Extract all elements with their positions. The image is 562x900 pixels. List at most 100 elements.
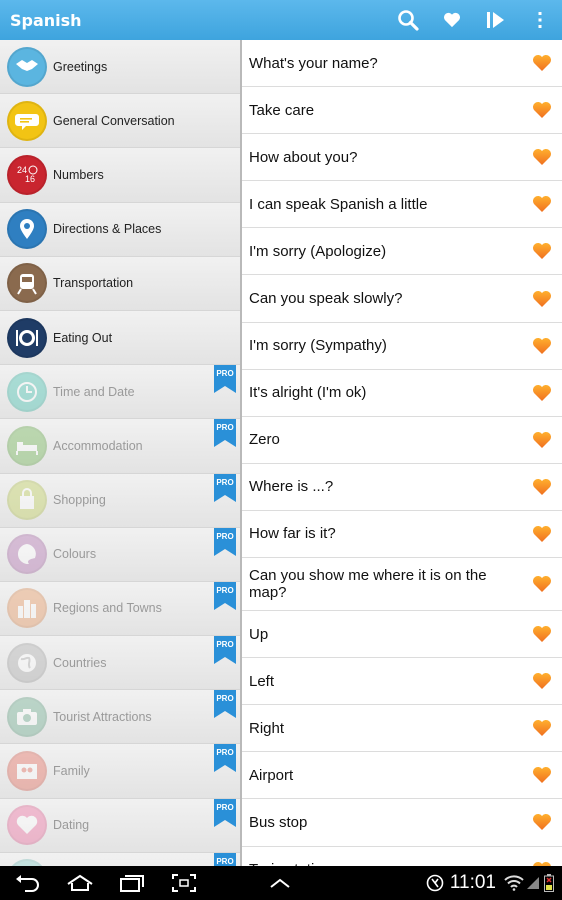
category-label: Greetings — [53, 59, 108, 74]
category-item[interactable]: Family PRO — [0, 744, 240, 799]
category-label: Time and Date — [53, 384, 135, 399]
phrase-text: Bus stop — [249, 813, 308, 831]
favorite-heart-icon[interactable] — [532, 290, 552, 308]
recent-apps-button[interactable] — [106, 866, 158, 900]
phrase-row[interactable]: How far is it? — [242, 511, 562, 559]
category-item[interactable]: Transportation — [0, 256, 240, 311]
category-label: Tourist Attractions — [53, 709, 152, 724]
heart-icon — [7, 805, 47, 846]
favorite-heart-icon[interactable] — [532, 337, 552, 355]
category-label: Family — [53, 764, 90, 779]
favorites-button[interactable] — [430, 0, 474, 40]
category-item[interactable]: Shopping PRO — [0, 473, 240, 528]
favorite-heart-icon[interactable] — [532, 431, 552, 449]
back-button[interactable] — [2, 866, 54, 900]
map-pin-icon — [7, 209, 47, 250]
pro-badge: PRO — [214, 473, 236, 502]
phrase-row[interactable]: Airport — [242, 752, 562, 800]
phrase-row[interactable]: Can you show me where it is on the map? — [242, 558, 562, 612]
pro-badge: PRO — [214, 636, 236, 665]
back-icon — [16, 875, 39, 892]
favorite-heart-icon[interactable] — [532, 101, 552, 119]
category-label: Countries — [53, 655, 107, 670]
favorite-heart-icon[interactable] — [532, 195, 552, 213]
category-item[interactable]: Directions & Places — [0, 202, 240, 257]
category-item[interactable]: PRO — [0, 852, 240, 866]
phrase-row[interactable]: Right — [242, 705, 562, 753]
category-label: Regions and Towns — [53, 601, 162, 616]
search-icon — [398, 10, 419, 31]
phrase-row[interactable]: What's your name? — [242, 40, 562, 88]
favorite-heart-icon[interactable] — [532, 766, 552, 784]
pro-badge: PRO — [214, 798, 236, 827]
phrase-row[interactable]: I'm sorry (Sympathy) — [242, 323, 562, 370]
system-nav-bar: 11:01 — [0, 866, 562, 900]
home-button[interactable] — [54, 866, 106, 900]
phrase-text: What's your name? — [249, 54, 378, 72]
category-label: Directions & Places — [53, 222, 162, 237]
pro-badge-label: PRO — [216, 856, 234, 866]
phrase-row[interactable]: Bus stop — [242, 799, 562, 847]
category-item[interactable]: Accommodation PRO — [0, 419, 240, 474]
pro-badge: PRO — [214, 581, 236, 610]
action-bar: Spanish — [0, 0, 562, 40]
pro-badge-label: PRO — [216, 640, 234, 650]
pro-badge-label: PRO — [216, 748, 234, 758]
phrase-row[interactable]: I can speak Spanish a little — [242, 181, 562, 229]
heart-icon — [444, 12, 460, 28]
search-button[interactable] — [386, 0, 430, 40]
category-item[interactable]: Regions and Towns PRO — [0, 581, 240, 637]
shopping-bag-icon — [7, 480, 47, 521]
phrase-row[interactable]: How about you? — [242, 134, 562, 182]
phrase-row[interactable]: Can you speak slowly? — [242, 275, 562, 323]
phrase-row[interactable]: Up — [242, 611, 562, 659]
phrase-row[interactable]: I'm sorry (Apologize) — [242, 228, 562, 276]
pro-badge-label: PRO — [216, 802, 234, 812]
favorite-heart-icon[interactable] — [532, 148, 552, 166]
phrase-text: Where is ...? — [249, 478, 334, 496]
palette-icon — [7, 534, 47, 575]
favorite-heart-icon[interactable] — [532, 384, 552, 402]
favorite-heart-icon[interactable] — [532, 242, 552, 260]
numbers-icon: 24 16 — [7, 154, 47, 195]
bed-icon — [7, 425, 47, 466]
favorite-heart-icon[interactable] — [532, 672, 552, 690]
category-item[interactable]: Greetings — [0, 40, 240, 95]
phrase-text: How about you? — [249, 148, 358, 166]
favorite-heart-icon[interactable] — [532, 625, 552, 643]
category-icon — [7, 859, 47, 866]
category-label: Colours — [53, 547, 97, 562]
category-item[interactable]: Tourist Attractions PRO — [0, 690, 240, 745]
phrase-row[interactable]: Zero — [242, 417, 562, 464]
screenshot-button[interactable] — [158, 866, 210, 900]
favorite-heart-icon[interactable] — [532, 525, 552, 543]
svg-text:16: 16 — [25, 174, 35, 184]
phrase-text: Can you show me where it is on the map? — [249, 567, 487, 602]
phrase-row[interactable]: Left — [242, 658, 562, 706]
category-item[interactable]: Eating Out — [0, 310, 240, 366]
phrase-text: Zero — [249, 431, 280, 449]
category-item[interactable]: Dating PRO — [0, 798, 240, 853]
favorite-heart-icon[interactable] — [532, 813, 552, 831]
overflow-menu-button[interactable] — [518, 0, 562, 40]
phrase-row[interactable]: Train station — [242, 847, 562, 866]
category-label: Dating — [53, 818, 90, 833]
phrase-row[interactable]: Take care — [242, 87, 562, 135]
category-item[interactable]: Countries PRO — [0, 636, 240, 691]
phrase-row[interactable]: Where is ...? — [242, 464, 562, 511]
category-item[interactable]: Colours PRO — [0, 527, 240, 582]
play-all-button[interactable] — [474, 0, 518, 40]
favorite-heart-icon[interactable] — [532, 478, 552, 496]
phrase-text: I'm sorry (Apologize) — [249, 242, 387, 260]
category-item[interactable]: 24 16 Numbers — [0, 148, 240, 203]
category-label: Numbers — [53, 167, 104, 182]
phrase-row[interactable]: It's alright (I'm ok) — [242, 370, 562, 417]
category-item[interactable]: General Conversation — [0, 94, 240, 149]
category-item[interactable]: Time and Date PRO — [0, 365, 240, 420]
notification-handle[interactable] — [254, 866, 306, 900]
phrase-text: Left — [249, 672, 275, 690]
favorite-heart-icon[interactable] — [532, 719, 552, 737]
battery-icon — [544, 874, 554, 892]
favorite-heart-icon[interactable] — [532, 54, 552, 72]
favorite-heart-icon[interactable] — [532, 575, 552, 593]
